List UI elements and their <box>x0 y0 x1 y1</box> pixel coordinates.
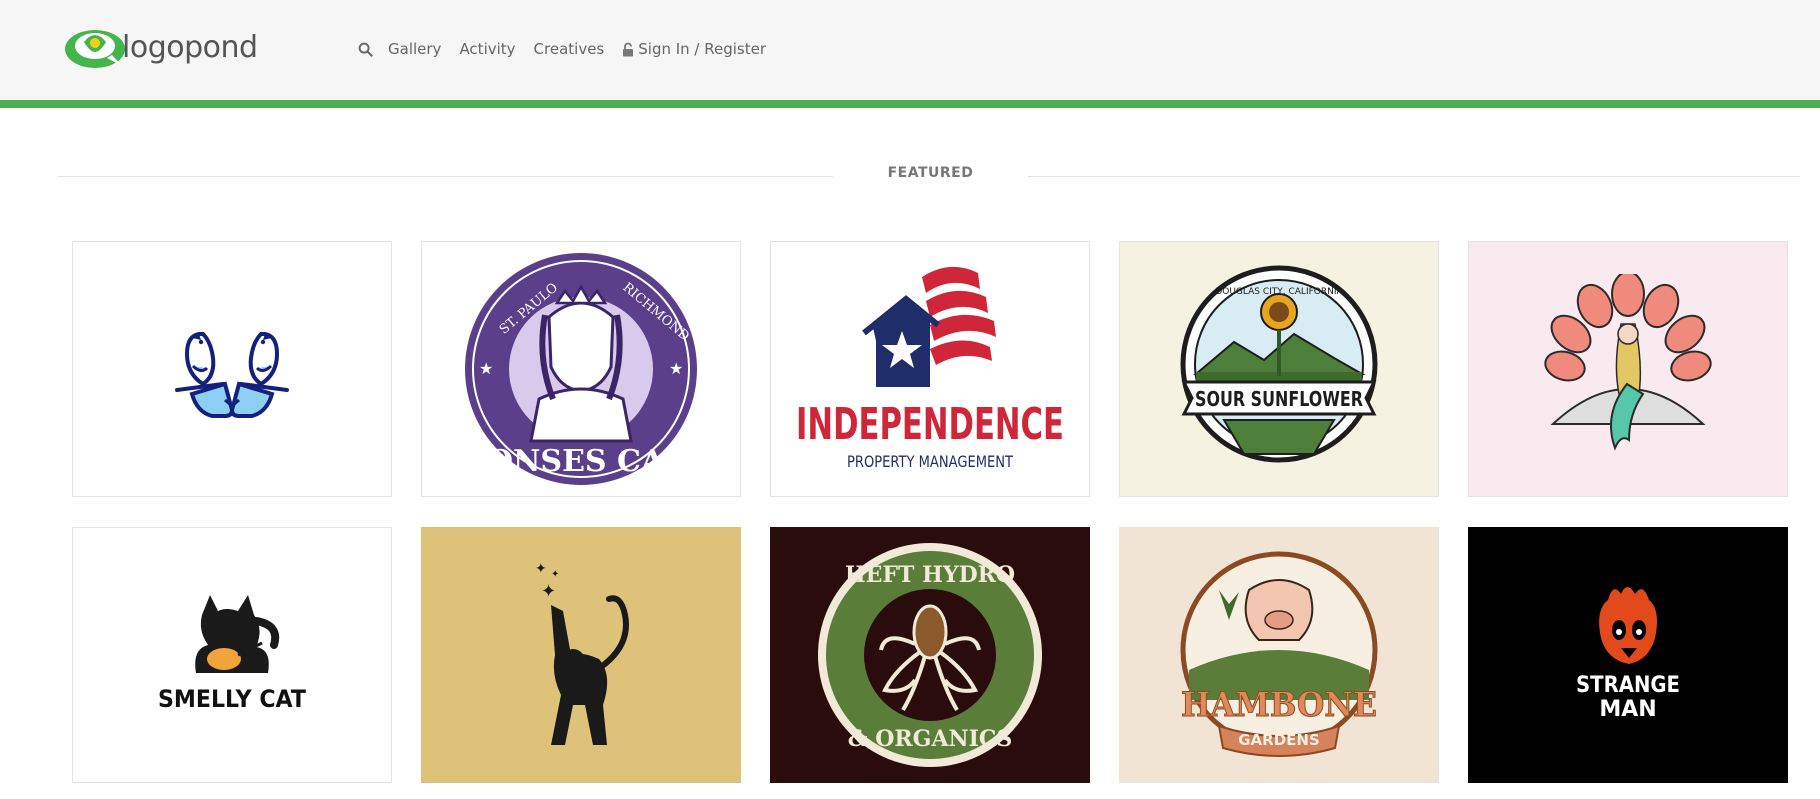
logo-card-hambone-gardens[interactable]: HAMBONE GARDENS <box>1119 527 1439 783</box>
smelly-cat-title: SMELLY CAT <box>158 685 307 713</box>
svg-text:★: ★ <box>669 359 683 378</box>
logo-card-monses-cafe[interactable]: ★ ★ ST. PAULO RICHMOND MONSES CAFE <box>421 241 741 497</box>
lock-icon <box>623 42 634 56</box>
search-button[interactable] <box>358 42 373 57</box>
nav-creatives[interactable]: Creatives <box>534 40 605 58</box>
heft-hydro-title-bottom: & ORGANICS <box>848 726 1013 752</box>
monses-cafe-badge-icon: ★ ★ ST. PAULO RICHMOND MONSES CAFE <box>461 253 701 485</box>
sour-sunflower-badge-icon: SOUR SUNFLOWER DOUGLAS CITY, CALIFORNIA <box>1180 265 1378 463</box>
monkey-star-icon: ✦ ✦ ✦ <box>535 561 629 745</box>
featured-divider: FEATURED <box>58 165 1800 189</box>
bird-cat-logo-icon <box>175 332 289 418</box>
sign-in-register-label: Sign In / Register <box>638 40 767 58</box>
hambone-subtitle: GARDENS <box>1238 731 1320 749</box>
strange-man-title: STRANGE <box>1576 673 1680 698</box>
logo-card-smelly-cat[interactable]: SMELLY CAT <box>72 527 392 783</box>
site-header: logopond Gallery Activity Creatives Sign… <box>0 0 1820 100</box>
svg-text:✦: ✦ <box>551 569 559 580</box>
svg-text:★: ★ <box>479 359 493 378</box>
main-nav: Gallery Activity Creatives Sign In / Reg… <box>358 36 784 62</box>
sign-in-register-link[interactable]: Sign In / Register <box>622 40 766 58</box>
independence-subtitle: PROPERTY MANAGEMENT <box>847 452 1013 471</box>
featured-heading: FEATURED <box>887 165 974 181</box>
site-logo[interactable]: logopond <box>62 22 262 72</box>
svg-text:✦: ✦ <box>541 581 556 602</box>
logo-card-mermaid[interactable] <box>1468 241 1788 497</box>
logo-lily-icon <box>65 30 125 68</box>
divider-line-right <box>1028 176 1800 177</box>
sour-sunflower-title: SOUR SUNFLOWER <box>1195 387 1363 411</box>
hambone-title: HAMBONE <box>1181 685 1377 725</box>
header-accent-bar <box>0 100 1820 108</box>
search-icon <box>358 42 373 57</box>
nav-gallery[interactable]: Gallery <box>388 40 441 58</box>
independence-title: INDEPENDENCE <box>796 399 1064 450</box>
monses-title: MONSES CAFE <box>461 444 701 479</box>
heft-hydro-badge-icon: HEFT HYDRO & ORGANICS <box>818 543 1042 767</box>
mermaid-shell-icon <box>1544 274 1712 451</box>
logo-card-bird-cat[interactable] <box>72 241 392 497</box>
svg-text:✦: ✦ <box>535 561 547 577</box>
logo-card-monkey-stars[interactable]: ✦ ✦ ✦ <box>421 527 741 783</box>
hambone-gardens-badge-icon: HAMBONE GARDENS <box>1180 551 1378 757</box>
logo-card-sour-sunflower[interactable]: SOUR SUNFLOWER DOUGLAS CITY, CALIFORNIA <box>1119 241 1439 497</box>
divider-line-left <box>58 176 833 177</box>
logo-card-strange-man[interactable]: STRANGE MAN <box>1468 527 1788 783</box>
logo-card-independence[interactable]: INDEPENDENCE PROPERTY MANAGEMENT <box>770 241 1090 497</box>
logo-text: logopond <box>122 29 258 65</box>
independence-logo-icon: INDEPENDENCE PROPERTY MANAGEMENT <box>796 266 1064 471</box>
logo-card-heft-hydro[interactable]: HEFT HYDRO & ORGANICS <box>770 527 1090 783</box>
sour-sunflower-arc: DOUGLAS CITY, CALIFORNIA <box>1215 287 1343 297</box>
nav-activity[interactable]: Activity <box>459 40 515 58</box>
heft-hydro-title-top: HEFT HYDRO <box>845 562 1015 588</box>
strange-man-subtitle: MAN <box>1599 697 1656 722</box>
strange-man-logo-icon: STRANGE MAN <box>1576 587 1680 722</box>
smelly-cat-logo-icon: SMELLY CAT <box>158 595 307 713</box>
